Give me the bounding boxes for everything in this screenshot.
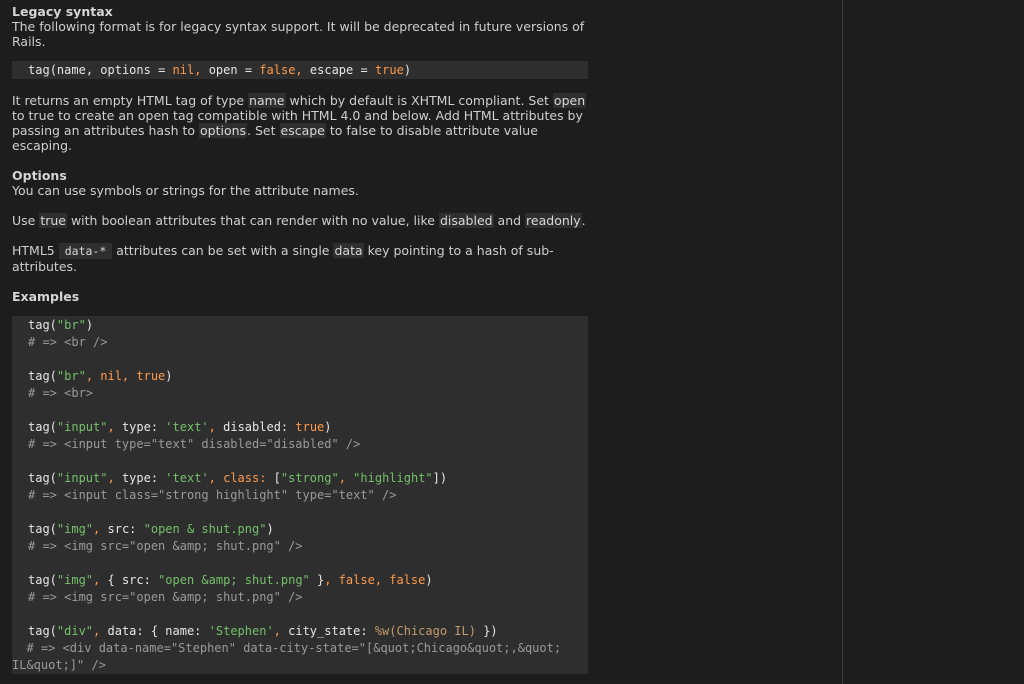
example-5: tag("img", src: "open & shut.png") # => <… bbox=[28, 522, 303, 553]
example-6: tag("img", { src: "open &amp; shut.png" … bbox=[28, 573, 433, 604]
example-3: tag("input", type: 'text', disabled: tru… bbox=[28, 420, 361, 451]
inline-code-readonly: readonly bbox=[525, 213, 582, 228]
sig-default-open: false bbox=[259, 63, 296, 77]
inline-code-disabled: disabled bbox=[438, 213, 494, 228]
sig-param-escape: escape bbox=[309, 63, 354, 77]
signature-code-block: tag(name, options = nil, open = false, e… bbox=[12, 61, 588, 79]
pane-divider bbox=[842, 0, 843, 684]
inline-code-name: name bbox=[248, 93, 286, 108]
sig-param-name: name bbox=[56, 63, 86, 77]
example-4: tag("input", type: 'text', class: ["stro… bbox=[28, 471, 448, 502]
examples-heading: Examples bbox=[12, 289, 80, 304]
sig-fn: tag bbox=[28, 63, 50, 77]
sig-default-options: nil bbox=[172, 63, 195, 77]
options-line-3: HTML5 data-* attributes can be set with … bbox=[12, 243, 554, 274]
example-7: tag("div", data: { name: 'Stephen', city… bbox=[12, 624, 562, 672]
legacy-syntax-intro: The following format is for legacy synta… bbox=[12, 19, 585, 49]
options-heading: Options bbox=[12, 168, 67, 183]
sig-param-options: options bbox=[100, 63, 151, 77]
inline-code-data-star: data-* bbox=[58, 243, 113, 259]
description-paragraph: It returns an empty HTML tag of type nam… bbox=[12, 93, 587, 153]
legacy-syntax-heading: Legacy syntax bbox=[12, 4, 113, 19]
inline-code-true: true bbox=[39, 213, 67, 228]
documentation-content: Legacy syntax The following format is fo… bbox=[12, 4, 588, 674]
sig-param-open: open bbox=[208, 63, 238, 77]
sig-default-escape: true bbox=[374, 63, 404, 77]
options-line-1: You can use symbols or strings for the a… bbox=[12, 183, 359, 198]
inline-code-data: data bbox=[333, 243, 364, 258]
inline-code-escape: escape bbox=[279, 123, 326, 138]
inline-code-open: open bbox=[552, 93, 587, 108]
example-2: tag("br", nil, true) # => <br> bbox=[28, 369, 173, 400]
options-line-2: Use true with boolean attributes that ca… bbox=[12, 213, 586, 228]
examples-code-block: tag("br") # => <br /> tag("br", nil, true)… bbox=[12, 316, 588, 674]
example-1: tag("br") # => <br /> bbox=[28, 318, 108, 349]
inline-code-options: options bbox=[199, 123, 248, 138]
